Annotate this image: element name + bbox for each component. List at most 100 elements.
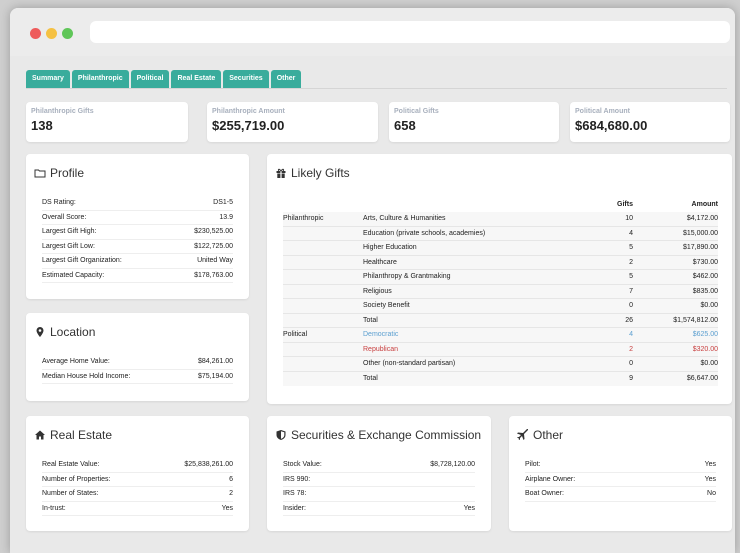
row-value: 2 [229, 490, 233, 497]
category-cell: Republican [363, 342, 563, 357]
row-value: $230,525.00 [194, 228, 233, 235]
group-cell [283, 356, 363, 372]
group-cell: Philanthropic [283, 211, 363, 227]
stat-label: Political Amount [575, 108, 630, 115]
amount-cell: $625.00 [633, 327, 718, 343]
amount-cell: $0.00 [633, 298, 718, 314]
group-cell [283, 255, 363, 270]
row-value: $84,261.00 [197, 358, 233, 365]
row-value: $8,728,120.00 [430, 461, 475, 468]
minimize-window-button[interactable] [46, 28, 57, 39]
category-cell: Education (private schools, academies) [363, 226, 563, 241]
row-value: No [707, 490, 716, 497]
tab-securities[interactable]: Securities [223, 70, 269, 88]
stat-political-gifts: Political Gifts 658 [389, 102, 559, 142]
profile-title: Profile [34, 166, 84, 180]
stat-political-amount: Political Amount $684,680.00 [570, 102, 730, 142]
group-cell [283, 342, 363, 357]
category-cell: Arts, Culture & Humanities [363, 211, 563, 227]
profile-row: Largest Gift High: $230,525.00 [42, 225, 233, 240]
row-value: 6 [229, 475, 233, 483]
sec-title: Securities & Exchange Commission [275, 428, 481, 442]
address-bar[interactable] [90, 21, 730, 43]
other-row: Boat Owner: No [525, 487, 716, 502]
airplane-icon [517, 429, 529, 440]
maximize-window-button[interactable] [62, 28, 73, 39]
shield-icon [276, 430, 286, 440]
tab-real-estate[interactable]: Real Estate [171, 70, 222, 88]
sec-title-text: Securities & Exchange Commission [291, 428, 482, 442]
amount-cell: $320.00 [633, 342, 718, 357]
row-key: Largest Gift Low: [42, 242, 95, 250]
row-key: Boat Owner: [525, 490, 564, 497]
table-row: Society Benefit 0 $0.00 [283, 298, 718, 314]
location-title-text: Location [50, 325, 96, 339]
tab-summary[interactable]: Summary [26, 70, 70, 88]
amount-cell: $835.00 [633, 284, 718, 299]
row-value: $25,838,261.00 [184, 461, 233, 468]
real-estate-row: Number of Properties: 6 [42, 473, 233, 487]
map-marker-icon [36, 327, 44, 337]
other-title: Other [517, 428, 563, 442]
table-row: Philanthropy & Grantmaking 5 $462.00 [283, 269, 718, 285]
sec-row: Insider: Yes [283, 502, 475, 516]
real-estate-row: Real Estate Value: $25,838,261.00 [42, 458, 233, 473]
gifts-cell: 5 [563, 269, 633, 285]
row-key: IRS 990: [283, 475, 311, 483]
sec-row: IRS 990: [283, 473, 475, 487]
likely-gifts-title: Likely Gifts [275, 166, 350, 180]
sec-row: Stock Value: $8,728,120.00 [283, 458, 475, 473]
row-value: United Way [197, 257, 233, 264]
gifts-cell: 26 [563, 313, 633, 328]
row-key: Largest Gift Organization: [42, 257, 122, 264]
tab-political[interactable]: Political [130, 70, 170, 88]
location-card: Location Average Home Value: $84,261.00 M… [26, 313, 249, 401]
close-window-button[interactable] [30, 28, 41, 39]
real-estate-title-text: Real Estate [50, 428, 113, 442]
table-row: Political Democratic 4 $625.00 [283, 327, 718, 343]
real-estate-title: Real Estate [34, 428, 112, 442]
row-key: Insider: [283, 504, 306, 512]
profile-row: Overall Score: 13.9 [42, 211, 233, 225]
row-key: Stock Value: [283, 461, 322, 468]
browser-window: Summary Philanthropic Political Real Est… [10, 8, 735, 553]
row-key: Overall Score: [42, 213, 87, 221]
stat-value: 138 [31, 118, 53, 133]
category-cell: Higher Education [363, 240, 563, 256]
row-key: Number of States: [42, 490, 99, 497]
likely-gifts-title-text: Likely Gifts [291, 166, 350, 180]
category-cell: Total [363, 375, 378, 382]
category-cell: Total [363, 313, 563, 328]
gifts-cell: 9 [629, 375, 633, 382]
row-key: In-trust: [42, 504, 66, 512]
location-row: Average Home Value: $84,261.00 [42, 355, 233, 370]
gifts-cell: 2 [563, 255, 633, 270]
category-cell: Healthcare [363, 255, 563, 270]
amount-cell: $4,172.00 [633, 211, 718, 227]
table-row: Higher Education 5 $17,890.00 [283, 240, 718, 256]
stat-label: Political Gifts [394, 108, 439, 115]
profile-row: Estimated Capacity: $178,763.00 [42, 269, 233, 283]
group-cell [283, 313, 363, 328]
table-row-total: Total 26 $1,574,812.00 [283, 313, 718, 328]
row-value: Yes [221, 504, 233, 512]
category-cell: Philanthropy & Grantmaking [363, 269, 563, 285]
profile-row: Largest Gift Organization: United Way [42, 254, 233, 269]
likely-gifts-card: Likely Gifts Gifts Amount Philanthropic A… [267, 154, 732, 404]
table-row: Education (private schools, academies) 4 $… [283, 226, 718, 241]
row-value: DS1-5 [213, 199, 233, 206]
tab-other[interactable]: Other [270, 70, 302, 88]
location-row: Median House Hold Income: $75,194.00 [42, 370, 233, 384]
row-value: $122,725.00 [194, 242, 233, 250]
group-cell: Political [283, 327, 363, 343]
profile-list: DS Rating: DS1-5 Overall Score: 13.9 Large… [42, 196, 233, 283]
amount-cell: $15,000.00 [633, 226, 718, 241]
amount-cell: $17,890.00 [633, 240, 718, 256]
row-key: Pilot: [525, 461, 541, 468]
tab-philanthropic[interactable]: Philanthropic [71, 70, 129, 88]
other-title-text: Other [533, 428, 564, 442]
row-key: IRS 78: [283, 490, 307, 497]
table-row: Republican 2 $320.00 [283, 342, 718, 357]
stat-value: 658 [394, 118, 416, 133]
gifts-cell: 10 [563, 211, 633, 227]
